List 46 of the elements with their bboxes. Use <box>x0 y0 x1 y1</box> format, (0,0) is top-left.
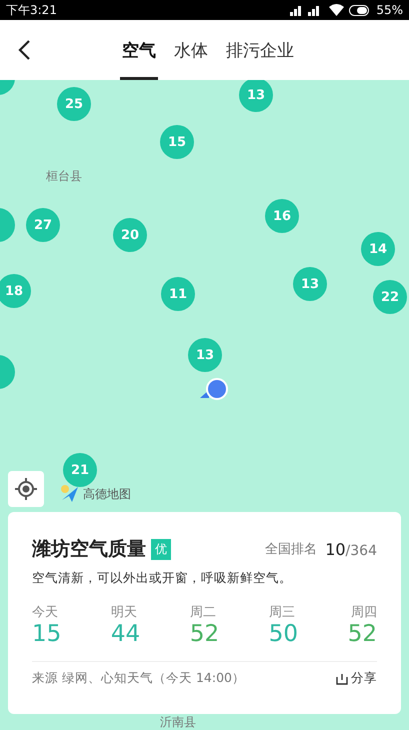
aqi-marker[interactable]: 20 <box>113 218 147 252</box>
battery-percent: 55% <box>376 3 403 17</box>
aqi-marker[interactable]: 15 <box>160 125 194 159</box>
aqi-marker[interactable]: 13 <box>293 267 327 301</box>
locate-button[interactable] <box>8 471 44 507</box>
aqi-marker[interactable]: 21 <box>63 453 97 487</box>
forecast-day: 周二 <box>190 603 220 621</box>
map-place-label: 桓台县 <box>46 168 82 185</box>
map-place-label: 沂南县 <box>160 714 196 730</box>
map-logo-text: 高德地图 <box>83 486 131 502</box>
forecast-aqi: 50 <box>268 621 298 647</box>
rank-label: 全国排名 <box>265 541 318 558</box>
source-text: 来源 绿网、心知天气（今天 14:00） <box>32 670 245 687</box>
aqi-marker[interactable]: 11 <box>161 277 195 311</box>
status-time: 下午3:21 <box>6 2 57 18</box>
forecast-aqi: 15 <box>32 621 62 647</box>
tab[interactable]: 水体 <box>172 20 210 80</box>
city-air-title: 潍坊空气质量 <box>32 537 146 562</box>
map-logo-icon <box>60 484 80 504</box>
map-area[interactable]: 桓台县 沂南县 25 13 15 27 20 16 14 18 11 13 22 13 21 高德地图 潍坊空气质量 优 全国排名 10/364 空气清新，可以外出或开窗，呼吸新鲜空气。 今天 15 明天 44 周二 52 周三 50 周四 52 来源 绿网、心知天气（今天 14:00） 分享 <box>0 80 409 730</box>
aqi-marker[interactable]: 13 <box>239 80 273 112</box>
aqi-marker[interactable]: 25 <box>57 87 91 121</box>
share-icon <box>336 672 348 684</box>
forecast-aqi: 52 <box>348 621 377 647</box>
wifi-icon <box>329 4 344 16</box>
forecast-day: 周三 <box>268 603 298 621</box>
aqi-marker[interactable]: 13 <box>188 338 222 372</box>
forecast-day: 明天 <box>110 603 140 621</box>
aqi-marker[interactable]: 18 <box>0 274 31 308</box>
share-button[interactable]: 分享 <box>336 670 377 687</box>
location-marker-icon <box>199 378 229 402</box>
tab[interactable]: 排污企业 <box>224 20 296 80</box>
battery-icon <box>349 4 372 16</box>
aqi-marker[interactable]: 22 <box>373 280 407 314</box>
locate-icon <box>15 478 37 500</box>
grade-badge: 优 <box>151 538 171 560</box>
forecast-day: 周四 <box>350 603 377 621</box>
aqi-marker[interactable]: 14 <box>361 232 395 266</box>
aqi-marker[interactable]: 27 <box>26 208 60 242</box>
aqi-marker[interactable]: 16 <box>265 199 299 233</box>
back-icon[interactable] <box>17 39 31 61</box>
forecast-day: 今天 <box>32 603 62 621</box>
forecast-aqi: 44 <box>110 621 140 647</box>
rank-value: 10/364 <box>325 540 377 558</box>
advice-text: 空气清新，可以外出或开窗，呼吸新鲜空气。 <box>32 570 293 587</box>
forecast-aqi: 52 <box>190 621 220 647</box>
